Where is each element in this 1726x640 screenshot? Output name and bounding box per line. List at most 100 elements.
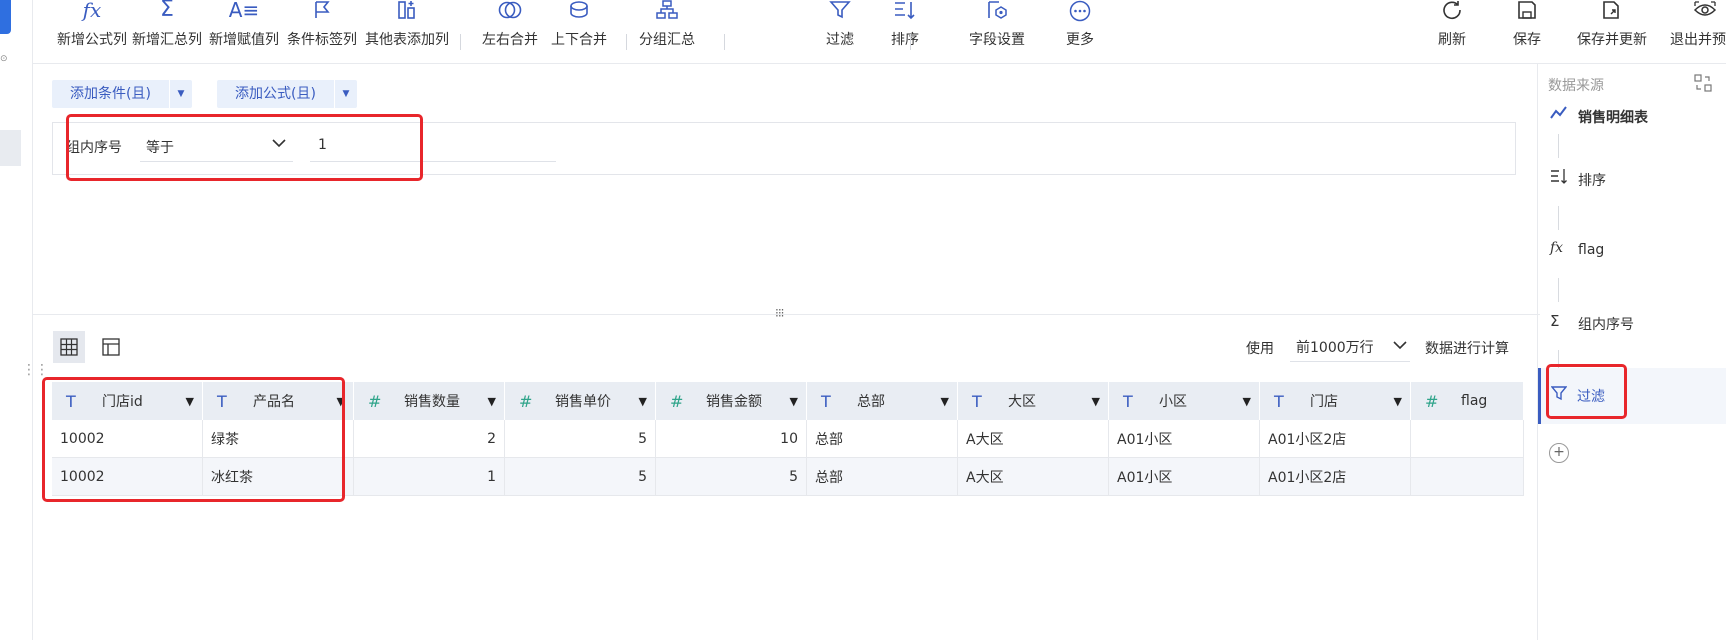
- formula-icon: fx: [1550, 240, 1564, 256]
- table-cell: A01小区: [1108, 420, 1260, 458]
- table-cell: 1: [353, 457, 505, 496]
- field-settings-button[interactable]: 字段设置: [957, 0, 1037, 56]
- table-cell: 2: [353, 420, 505, 458]
- steps-panel-title: 数据来源: [1548, 78, 1604, 94]
- row-limit-select[interactable]: 前1000万行: [1290, 331, 1410, 362]
- save-button[interactable]: 保存: [1497, 0, 1557, 56]
- column-header[interactable]: # 销售数量 ▼: [353, 382, 505, 420]
- exit-and-preview-button[interactable]: 退出并预览: [1660, 0, 1726, 56]
- text-type-icon: T: [1274, 391, 1284, 411]
- grid-view-button[interactable]: [53, 331, 85, 363]
- sort-icon: [1550, 168, 1570, 188]
- table-cell: 5: [504, 420, 656, 458]
- save-update-icon: [1567, 0, 1657, 30]
- step-flag[interactable]: fx flag: [1538, 237, 1726, 267]
- add-step-icon[interactable]: +: [1549, 443, 1569, 463]
- caret-down-icon[interactable]: ▼: [790, 395, 798, 408]
- caret-down-icon[interactable]: ▼: [1394, 395, 1402, 408]
- chevron-down-icon: [1392, 337, 1408, 357]
- sigma-icon: Σ: [1550, 312, 1560, 330]
- datasource-line-icon: [1550, 105, 1570, 125]
- table-cell: [1410, 420, 1524, 458]
- splitter-grip-icon[interactable]: ⁝⁝⁝: [775, 306, 785, 320]
- refresh-button[interactable]: 刷新: [1422, 0, 1482, 56]
- steps-panel: 数据来源 销售明细表 排序 fx flag Σ 组内序号 过滤 +: [1537, 64, 1726, 640]
- flag-tag-icon: [282, 0, 362, 30]
- save-and-update-button[interactable]: 保存并更新: [1567, 0, 1657, 56]
- caret-down-icon[interactable]: ▼: [1092, 395, 1100, 408]
- step-connector: [1558, 206, 1559, 230]
- add-column-icon: [357, 0, 457, 30]
- column-header[interactable]: T 总部 ▼: [806, 382, 958, 420]
- top-bottom-merge-button[interactable]: 上下合并: [539, 0, 619, 56]
- number-type-icon: #: [368, 391, 382, 411]
- toolbar-divider: [460, 34, 461, 50]
- table-cell: [1410, 457, 1524, 496]
- refresh-icon: [1422, 0, 1482, 30]
- panel-splitter[interactable]: [32, 314, 1540, 315]
- step-datasource[interactable]: 销售明细表: [1538, 102, 1726, 132]
- left-nav-strip: [0, 0, 33, 640]
- caret-down-icon[interactable]: ▼: [941, 395, 949, 408]
- preview-icon: [1660, 0, 1726, 30]
- add-formula-column-button[interactable]: fx 新增公式列: [52, 0, 132, 56]
- column-header[interactable]: T 门店 ▼: [1259, 382, 1411, 420]
- toolbar-divider: [724, 34, 725, 50]
- highlight-box-filter-step: [1546, 364, 1627, 419]
- text-type-icon: T: [821, 391, 831, 411]
- highlight-box-table: [42, 377, 345, 502]
- collapse-panel-icon[interactable]: [1694, 74, 1712, 96]
- text-type-icon: T: [972, 391, 982, 411]
- more-icon: [1040, 0, 1120, 30]
- save-icon: [1497, 0, 1557, 30]
- table-cell: A大区: [957, 420, 1109, 458]
- add-summary-column-button[interactable]: Σ 新增汇总列: [127, 0, 207, 56]
- more-button[interactable]: 更多: [1040, 0, 1120, 56]
- add-condition-button[interactable]: 添加条件(且) ▼: [52, 80, 192, 108]
- layout-icon: [102, 338, 120, 356]
- column-header[interactable]: # 销售金额 ▼: [655, 382, 807, 420]
- step-connector: [1558, 278, 1559, 302]
- step-group-seq[interactable]: Σ 组内序号: [1538, 309, 1726, 339]
- condition-tag-column-button[interactable]: 条件标签列: [282, 0, 362, 56]
- caret-down-icon[interactable]: ▼: [488, 395, 496, 408]
- column-header[interactable]: # flag: [1410, 382, 1524, 420]
- stack-merge-icon: [539, 0, 619, 30]
- sort-button[interactable]: 排序: [865, 0, 945, 56]
- nav-selected-item[interactable]: [0, 130, 21, 166]
- toolbar: fx 新增公式列 Σ 新增汇总列 A≡ 新增赋值列 条件标签列 其他表添加列 左…: [32, 0, 1726, 64]
- toolbar-divider: [910, 34, 911, 50]
- drag-handle-icon[interactable]: ⋮⋮: [22, 362, 49, 378]
- table-cell: 10: [655, 420, 807, 458]
- add-formula-button[interactable]: 添加公式(且) ▼: [217, 80, 357, 108]
- formula-icon: fx: [82, 0, 102, 22]
- field-settings-icon: [957, 0, 1037, 30]
- caret-down-icon[interactable]: ▼: [334, 80, 357, 108]
- number-type-icon: #: [1425, 391, 1439, 411]
- venn-icon: [470, 0, 550, 30]
- use-label: 使用: [1246, 341, 1274, 357]
- step-sort[interactable]: 排序: [1538, 165, 1726, 195]
- compute-label: 数据进行计算: [1425, 341, 1509, 357]
- left-right-merge-button[interactable]: 左右合并: [470, 0, 550, 56]
- group-summary-button[interactable]: 分组汇总: [627, 0, 707, 56]
- number-type-icon: #: [519, 391, 533, 411]
- table-cell: 5: [504, 457, 656, 496]
- add-assign-column-button[interactable]: A≡ 新增赋值列: [204, 0, 284, 56]
- caret-down-icon[interactable]: ▼: [169, 80, 192, 108]
- table-cell: A01小区2店: [1259, 457, 1411, 496]
- nav-circle-icon[interactable]: ⊙: [0, 54, 8, 64]
- assign-icon: A≡: [228, 0, 260, 22]
- caret-down-icon[interactable]: ▼: [639, 395, 647, 408]
- table-cell: A01小区2店: [1259, 420, 1411, 458]
- table-cell: 5: [655, 457, 807, 496]
- table-cell: 总部: [806, 420, 958, 458]
- column-header[interactable]: T 大区 ▼: [957, 382, 1109, 420]
- column-header[interactable]: # 销售单价 ▼: [504, 382, 656, 420]
- caret-down-icon[interactable]: ▼: [1243, 395, 1251, 408]
- other-table-add-column-button[interactable]: 其他表添加列: [357, 0, 457, 56]
- table-cell: A大区: [957, 457, 1109, 496]
- layout-view-button[interactable]: [95, 331, 127, 363]
- column-header[interactable]: T 小区 ▼: [1108, 382, 1260, 420]
- nav-active-indicator[interactable]: [0, 0, 11, 34]
